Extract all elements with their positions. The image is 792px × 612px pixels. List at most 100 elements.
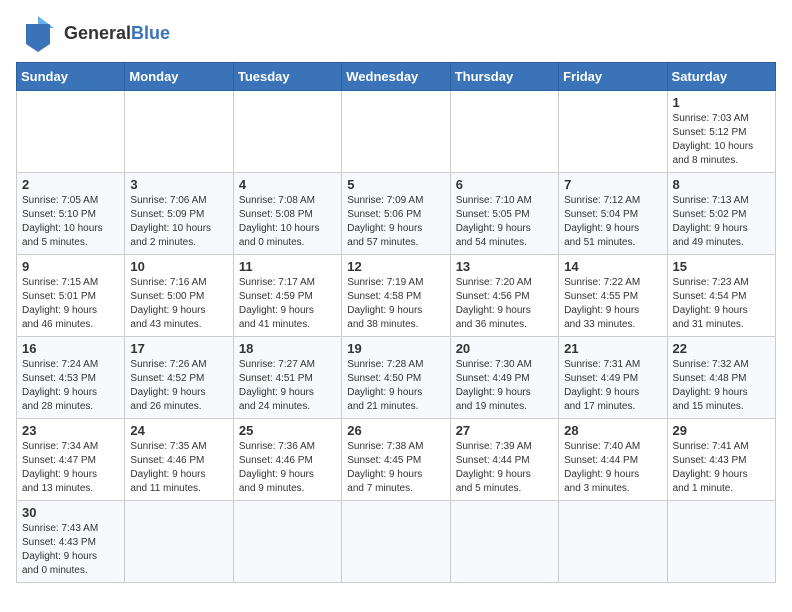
calendar-cell [233, 91, 341, 173]
calendar-cell [17, 91, 125, 173]
day-info: Sunrise: 7:36 AM Sunset: 4:46 PM Dayligh… [239, 440, 336, 496]
calendar-cell: 29Sunrise: 7:41 AM Sunset: 4:43 PM Dayli… [667, 419, 775, 501]
day-number: 23 [22, 423, 119, 438]
day-info: Sunrise: 7:43 AM Sunset: 4:43 PM Dayligh… [22, 522, 119, 578]
day-number: 11 [239, 259, 336, 274]
day-number: 7 [564, 177, 661, 192]
day-number: 13 [456, 259, 553, 274]
col-header-wednesday: Wednesday [342, 63, 450, 91]
day-number: 10 [130, 259, 227, 274]
day-info: Sunrise: 7:05 AM Sunset: 5:10 PM Dayligh… [22, 194, 119, 250]
calendar-cell: 17Sunrise: 7:26 AM Sunset: 4:52 PM Dayli… [125, 337, 233, 419]
day-number: 2 [22, 177, 119, 192]
day-info: Sunrise: 7:10 AM Sunset: 5:05 PM Dayligh… [456, 194, 553, 250]
page-header: GeneralBlue [16, 16, 776, 52]
day-number: 24 [130, 423, 227, 438]
calendar-cell [233, 501, 341, 583]
col-header-friday: Friday [559, 63, 667, 91]
day-number: 8 [673, 177, 770, 192]
calendar-cell [125, 91, 233, 173]
generalblue-logo-icon [16, 16, 60, 52]
day-number: 14 [564, 259, 661, 274]
calendar-cell: 5Sunrise: 7:09 AM Sunset: 5:06 PM Daylig… [342, 173, 450, 255]
day-info: Sunrise: 7:03 AM Sunset: 5:12 PM Dayligh… [673, 112, 770, 168]
day-info: Sunrise: 7:12 AM Sunset: 5:04 PM Dayligh… [564, 194, 661, 250]
calendar-cell: 21Sunrise: 7:31 AM Sunset: 4:49 PM Dayli… [559, 337, 667, 419]
calendar-cell: 30Sunrise: 7:43 AM Sunset: 4:43 PM Dayli… [17, 501, 125, 583]
day-info: Sunrise: 7:26 AM Sunset: 4:52 PM Dayligh… [130, 358, 227, 414]
calendar-cell: 16 Sunrise: 7:24 AM Sunset: 4:53 PM Dayli… [17, 337, 125, 419]
day-number: 16 [22, 341, 119, 356]
calendar-cell: 4Sunrise: 7:08 AM Sunset: 5:08 PM Daylig… [233, 173, 341, 255]
calendar-cell: 8 Sunrise: 7:13 AM Sunset: 5:02 PM Daylig… [667, 173, 775, 255]
calendar-cell: 25 Sunrise: 7:36 AM Sunset: 4:46 PM Dayli… [233, 419, 341, 501]
day-number: 22 [673, 341, 770, 356]
calendar-week-row: 16 Sunrise: 7:24 AM Sunset: 4:53 PM Dayli… [17, 337, 776, 419]
calendar-cell: 15 Sunrise: 7:23 AM Sunset: 4:54 PM Dayli… [667, 255, 775, 337]
day-info: Sunrise: 7:16 AM Sunset: 5:00 PM Dayligh… [130, 276, 227, 332]
day-number: 9 [22, 259, 119, 274]
day-number: 26 [347, 423, 444, 438]
day-info: Sunrise: 7:15 AM Sunset: 5:01 PM Dayligh… [22, 276, 119, 332]
calendar-cell: 27Sunrise: 7:39 AM Sunset: 4:44 PM Dayli… [450, 419, 558, 501]
calendar-cell: 28 Sunrise: 7:40 AM Sunset: 4:44 PM Dayli… [559, 419, 667, 501]
day-info: Sunrise: 7:34 AM Sunset: 4:47 PM Dayligh… [22, 440, 119, 496]
calendar-cell: 10 Sunrise: 7:16 AM Sunset: 5:00 PM Dayli… [125, 255, 233, 337]
day-info: Sunrise: 7:40 AM Sunset: 4:44 PM Dayligh… [564, 440, 661, 496]
day-info: Sunrise: 7:23 AM Sunset: 4:54 PM Dayligh… [673, 276, 770, 332]
day-number: 29 [673, 423, 770, 438]
calendar-cell: 9 Sunrise: 7:15 AM Sunset: 5:01 PM Daylig… [17, 255, 125, 337]
day-info: Sunrise: 7:30 AM Sunset: 4:49 PM Dayligh… [456, 358, 553, 414]
day-number: 15 [673, 259, 770, 274]
logo-text: GeneralBlue [64, 24, 170, 44]
day-number: 27 [456, 423, 553, 438]
day-info: Sunrise: 7:13 AM Sunset: 5:02 PM Dayligh… [673, 194, 770, 250]
day-info: Sunrise: 7:06 AM Sunset: 5:09 PM Dayligh… [130, 194, 227, 250]
calendar-cell [559, 501, 667, 583]
day-number: 19 [347, 341, 444, 356]
calendar-cell: 7 Sunrise: 7:12 AM Sunset: 5:04 PM Daylig… [559, 173, 667, 255]
day-number: 6 [456, 177, 553, 192]
calendar-cell [342, 501, 450, 583]
calendar-cell [125, 501, 233, 583]
col-header-thursday: Thursday [450, 63, 558, 91]
calendar-cell: 24 Sunrise: 7:35 AM Sunset: 4:46 PM Dayli… [125, 419, 233, 501]
calendar-week-row: 9 Sunrise: 7:15 AM Sunset: 5:01 PM Daylig… [17, 255, 776, 337]
day-number: 21 [564, 341, 661, 356]
day-info: Sunrise: 7:32 AM Sunset: 4:48 PM Dayligh… [673, 358, 770, 414]
day-info: Sunrise: 7:20 AM Sunset: 4:56 PM Dayligh… [456, 276, 553, 332]
col-header-sunday: Sunday [17, 63, 125, 91]
calendar-cell: 2 Sunrise: 7:05 AM Sunset: 5:10 PM Daylig… [17, 173, 125, 255]
day-info: Sunrise: 7:24 AM Sunset: 4:53 PM Dayligh… [22, 358, 119, 414]
calendar-week-row: 2 Sunrise: 7:05 AM Sunset: 5:10 PM Daylig… [17, 173, 776, 255]
day-number: 12 [347, 259, 444, 274]
calendar-cell: 22 Sunrise: 7:32 AM Sunset: 4:48 PM Dayli… [667, 337, 775, 419]
day-number: 25 [239, 423, 336, 438]
calendar-week-row: 1 Sunrise: 7:03 AM Sunset: 5:12 PM Daylig… [17, 91, 776, 173]
calendar-week-row: 23 Sunrise: 7:34 AM Sunset: 4:47 PM Dayli… [17, 419, 776, 501]
day-info: Sunrise: 7:35 AM Sunset: 4:46 PM Dayligh… [130, 440, 227, 496]
day-number: 1 [673, 95, 770, 110]
day-info: Sunrise: 7:09 AM Sunset: 5:06 PM Dayligh… [347, 194, 444, 250]
day-info: Sunrise: 7:22 AM Sunset: 4:55 PM Dayligh… [564, 276, 661, 332]
logo: GeneralBlue [16, 16, 170, 52]
day-number: 28 [564, 423, 661, 438]
day-info: Sunrise: 7:28 AM Sunset: 4:50 PM Dayligh… [347, 358, 444, 414]
calendar-cell: 18Sunrise: 7:27 AM Sunset: 4:51 PM Dayli… [233, 337, 341, 419]
calendar-cell: 14 Sunrise: 7:22 AM Sunset: 4:55 PM Dayli… [559, 255, 667, 337]
day-info: Sunrise: 7:38 AM Sunset: 4:45 PM Dayligh… [347, 440, 444, 496]
calendar-cell: 26 Sunrise: 7:38 AM Sunset: 4:45 PM Dayli… [342, 419, 450, 501]
calendar-cell: 12Sunrise: 7:19 AM Sunset: 4:58 PM Dayli… [342, 255, 450, 337]
day-info: Sunrise: 7:17 AM Sunset: 4:59 PM Dayligh… [239, 276, 336, 332]
calendar-cell [559, 91, 667, 173]
calendar-cell: 11 Sunrise: 7:17 AM Sunset: 4:59 PM Dayli… [233, 255, 341, 337]
day-info: Sunrise: 7:27 AM Sunset: 4:51 PM Dayligh… [239, 358, 336, 414]
calendar-cell: 6 Sunrise: 7:10 AM Sunset: 5:05 PM Daylig… [450, 173, 558, 255]
calendar-cell [667, 501, 775, 583]
calendar-cell [342, 91, 450, 173]
calendar-cell: 3Sunrise: 7:06 AM Sunset: 5:09 PM Daylig… [125, 173, 233, 255]
calendar-cell: 20Sunrise: 7:30 AM Sunset: 4:49 PM Dayli… [450, 337, 558, 419]
calendar-table: SundayMondayTuesdayWednesdayThursdayFrid… [16, 62, 776, 583]
col-header-tuesday: Tuesday [233, 63, 341, 91]
col-header-monday: Monday [125, 63, 233, 91]
